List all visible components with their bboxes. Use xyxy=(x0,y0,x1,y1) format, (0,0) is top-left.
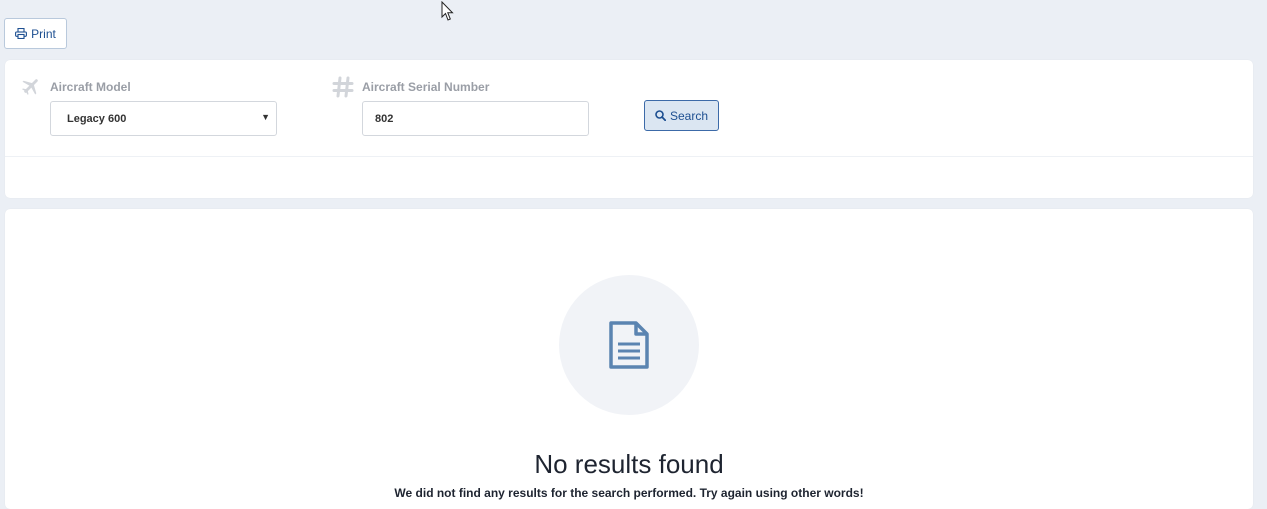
filter-divider xyxy=(5,156,1253,157)
empty-state-title: No results found xyxy=(534,449,724,479)
empty-state-message: We did not find any results for the sear… xyxy=(394,486,864,500)
search-icon xyxy=(655,110,666,121)
aircraft-model-select[interactable]: Legacy 600 ▼ xyxy=(50,101,277,136)
document-icon xyxy=(609,321,649,369)
empty-state-illustration xyxy=(559,275,699,415)
printer-icon xyxy=(15,28,28,39)
mouse-cursor-icon xyxy=(441,1,454,21)
airplane-icon xyxy=(22,79,38,95)
aircraft-serial-value: 802 xyxy=(375,112,394,125)
aircraft-model-value: Legacy 600 xyxy=(67,112,127,125)
aircraft-model-label: Aircraft Model xyxy=(50,80,131,94)
chevron-down-icon: ▼ xyxy=(261,112,270,122)
print-button-label: Print xyxy=(31,26,56,41)
search-button[interactable]: Search xyxy=(644,100,719,131)
print-button[interactable]: Print xyxy=(4,18,67,49)
aircraft-serial-input[interactable]: 802 xyxy=(362,101,589,136)
results-panel: No results found We did not find any res… xyxy=(5,209,1253,509)
search-button-label: Search xyxy=(669,108,709,123)
hash-icon xyxy=(332,76,354,98)
aircraft-serial-label: Aircraft Serial Number xyxy=(362,80,490,94)
search-filter-panel: Aircraft Model Legacy 600 ▼ Aircraft Ser… xyxy=(5,60,1253,198)
